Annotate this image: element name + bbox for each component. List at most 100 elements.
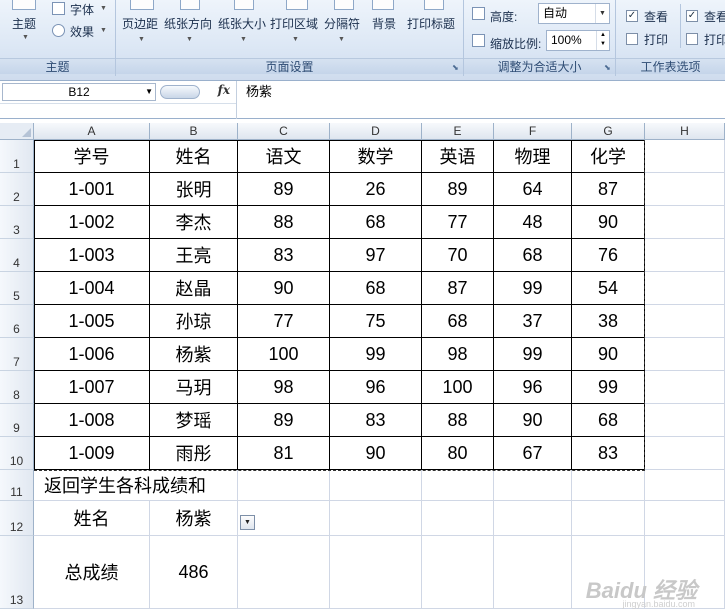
scale-spinner[interactable]: ▲ ▼	[596, 31, 609, 50]
cell-e13[interactable]	[422, 536, 494, 609]
orientation-button[interactable]: 纸张方向	[164, 15, 212, 32]
fonts-button[interactable]: 字体	[70, 1, 94, 18]
table-cell[interactable]: 96	[494, 371, 572, 404]
name-box-dropdown-icon[interactable]: ▼	[145, 84, 153, 100]
table-cell[interactable]: 99	[494, 338, 572, 371]
fonts-dropdown-icon[interactable]: ▼	[100, 5, 107, 12]
table-cell[interactable]: 81	[238, 437, 330, 470]
cell-h10[interactable]	[645, 437, 725, 470]
table-cell[interactable]: 赵晶	[150, 272, 238, 305]
size-button[interactable]: 纸张大小	[218, 15, 266, 32]
table-cell[interactable]: 马玥	[150, 371, 238, 404]
cell-h2[interactable]	[645, 173, 725, 206]
insert-function-icon[interactable]: fx	[218, 83, 230, 97]
table-cell[interactable]: 88	[422, 404, 494, 437]
table-cell[interactable]: 90	[572, 338, 645, 371]
margins-button[interactable]: 页边距	[122, 15, 158, 32]
cell-h6[interactable]	[645, 305, 725, 338]
cell-h5[interactable]	[645, 272, 725, 305]
print-titles-button[interactable]: 打印标题	[407, 15, 455, 32]
breaks-dropdown-icon[interactable]: ▼	[338, 36, 345, 43]
table-cell[interactable]: 68	[330, 206, 422, 239]
validation-dropdown-button[interactable]: ▼	[240, 515, 255, 530]
cell-c13[interactable]	[238, 536, 330, 609]
name-box[interactable]: B12 ▼	[2, 83, 156, 101]
table-header-cell[interactable]: 姓名	[150, 140, 238, 173]
formula-bar-resize-handle[interactable]	[160, 85, 200, 99]
table-cell[interactable]: 98	[422, 338, 494, 371]
table-cell[interactable]: 54	[572, 272, 645, 305]
table-cell[interactable]: 87	[422, 272, 494, 305]
cell-e11[interactable]	[422, 470, 494, 501]
table-cell[interactable]: 1-007	[34, 371, 150, 404]
row-header-11[interactable]: 11	[0, 470, 34, 501]
row-header-1[interactable]: 1	[0, 140, 34, 173]
column-header-a[interactable]: A	[34, 123, 150, 140]
cell-c11[interactable]	[238, 470, 330, 501]
table-cell[interactable]: 98	[238, 371, 330, 404]
table-cell[interactable]: 77	[238, 305, 330, 338]
table-cell[interactable]: 76	[572, 239, 645, 272]
background-button[interactable]: 背景	[372, 15, 396, 32]
row-header-12[interactable]: 12	[0, 501, 34, 536]
row-header-7[interactable]: 7	[0, 338, 34, 371]
table-cell[interactable]: 70	[422, 239, 494, 272]
table-cell[interactable]: 90	[238, 272, 330, 305]
table-cell[interactable]: 100	[422, 371, 494, 404]
table-cell[interactable]: 37	[494, 305, 572, 338]
cell-f13[interactable]	[494, 536, 572, 609]
table-cell[interactable]: 77	[422, 206, 494, 239]
page-setup-launcher-icon[interactable]: ⬊	[452, 63, 461, 72]
table-cell[interactable]: 89	[422, 173, 494, 206]
cell-b12-name-value[interactable]: 杨紫	[150, 501, 238, 536]
table-cell[interactable]: 90	[330, 437, 422, 470]
cell-h11[interactable]	[645, 470, 725, 501]
cell-h12[interactable]	[645, 501, 725, 536]
height-dropdown-icon[interactable]: ▼	[595, 4, 609, 23]
cell-d12[interactable]	[330, 501, 422, 536]
row-header-5[interactable]: 5	[0, 272, 34, 305]
table-cell[interactable]: 68	[572, 404, 645, 437]
table-cell[interactable]: 83	[238, 239, 330, 272]
formula-input[interactable]: 杨紫	[246, 83, 272, 101]
gridlines-print-checkbox[interactable]	[626, 33, 638, 45]
row-header-10[interactable]: 10	[0, 437, 34, 470]
table-cell[interactable]: 99	[572, 371, 645, 404]
orientation-dropdown-icon[interactable]: ▼	[186, 36, 193, 43]
table-cell[interactable]: 李杰	[150, 206, 238, 239]
table-header-cell[interactable]: 语文	[238, 140, 330, 173]
row-header-4[interactable]: 4	[0, 239, 34, 272]
cell-g11[interactable]	[572, 470, 645, 501]
table-header-cell[interactable]: 数学	[330, 140, 422, 173]
cell-g12[interactable]	[572, 501, 645, 536]
table-cell[interactable]: 64	[494, 173, 572, 206]
table-cell[interactable]: 梦瑶	[150, 404, 238, 437]
cell-h8[interactable]	[645, 371, 725, 404]
margins-dropdown-icon[interactable]: ▼	[138, 36, 145, 43]
table-cell[interactable]: 80	[422, 437, 494, 470]
table-cell[interactable]: 48	[494, 206, 572, 239]
table-cell[interactable]: 89	[238, 404, 330, 437]
table-cell[interactable]: 68	[330, 272, 422, 305]
table-cell[interactable]: 68	[494, 239, 572, 272]
table-header-cell[interactable]: 物理	[494, 140, 572, 173]
table-cell[interactable]: 99	[494, 272, 572, 305]
height-select[interactable]: 自动 ▼	[538, 3, 610, 24]
table-cell[interactable]: 99	[330, 338, 422, 371]
table-cell[interactable]: 1-008	[34, 404, 150, 437]
table-cell[interactable]: 83	[572, 437, 645, 470]
table-cell[interactable]: 97	[330, 239, 422, 272]
column-header-d[interactable]: D	[330, 123, 422, 140]
table-cell[interactable]: 89	[238, 173, 330, 206]
table-cell[interactable]: 张明	[150, 173, 238, 206]
headings-print-checkbox[interactable]	[686, 33, 698, 45]
row-header-8[interactable]: 8	[0, 371, 34, 404]
scale-input[interactable]: 100% ▲ ▼	[546, 30, 610, 51]
table-header-cell[interactable]: 学号	[34, 140, 150, 173]
table-cell[interactable]: 王亮	[150, 239, 238, 272]
cell-h1[interactable]	[645, 140, 725, 173]
cell-b13-total-value[interactable]: 486	[150, 536, 238, 609]
effects-button[interactable]: 效果	[70, 23, 94, 40]
cell-f11[interactable]	[494, 470, 572, 501]
row-header-9[interactable]: 9	[0, 404, 34, 437]
